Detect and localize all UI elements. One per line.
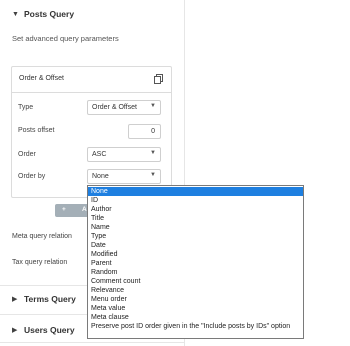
caret-down-icon: ▼	[12, 10, 19, 18]
order-select[interactable]: ASC ▼	[87, 147, 161, 162]
order-by-option[interactable]: Title	[88, 214, 303, 223]
type-select[interactable]: Order & Offset ▼	[87, 100, 161, 115]
order-by-dropdown[interactable]: None ID Author Title Name Type Date Modi…	[87, 185, 304, 339]
order-by-option[interactable]: Type	[88, 232, 303, 241]
tax-query-relation-label: Tax query relation	[12, 259, 68, 266]
users-query-title: Users Query	[24, 325, 75, 335]
chevron-down-icon: ▼	[150, 150, 156, 156]
caret-right-icon: ▶	[12, 296, 18, 303]
order-by-label: Order by	[18, 173, 46, 180]
repeater-item-title: Order & Offset	[19, 75, 64, 82]
posts-query-description: Set advanced query parameters	[12, 34, 119, 43]
order-by-option[interactable]: Random	[88, 268, 303, 277]
repeater-item-header[interactable]: Order & Offset	[12, 67, 171, 93]
posts-offset-value: 0	[151, 128, 155, 135]
order-by-option[interactable]: Meta value	[88, 304, 303, 313]
order-by-option[interactable]: Relevance	[88, 286, 303, 295]
divider	[0, 342, 184, 343]
order-by-option[interactable]: Date	[88, 241, 303, 250]
order-by-option[interactable]: Modified	[88, 250, 303, 259]
order-by-option[interactable]: Name	[88, 223, 303, 232]
posts-query-title: Posts Query	[24, 9, 75, 19]
terms-query-title: Terms Query	[24, 294, 76, 304]
caret-right-icon: ▶	[12, 327, 18, 334]
order-select-value: ASC	[92, 151, 107, 158]
posts-query-header[interactable]: ▼ Posts Query	[0, 2, 184, 26]
type-select-value: Order & Offset	[92, 104, 137, 111]
order-by-option[interactable]: Comment count	[88, 277, 303, 286]
meta-query-relation-label: Meta query relation	[12, 233, 72, 240]
posts-offset-input[interactable]: 0	[128, 124, 161, 139]
order-label: Order	[18, 151, 36, 158]
posts-offset-label: Posts offset	[18, 127, 55, 134]
chevron-down-icon: ▼	[150, 172, 156, 178]
order-by-option[interactable]: ID	[88, 196, 303, 205]
order-by-option[interactable]: Parent	[88, 259, 303, 268]
type-label: Type	[18, 104, 34, 111]
order-by-option[interactable]: Preserve post ID order given in the "Inc…	[88, 322, 303, 331]
order-by-select[interactable]: None ▼	[87, 169, 161, 184]
chevron-down-icon: ▼	[150, 103, 156, 109]
order-by-select-value: None	[92, 173, 109, 180]
order-by-option[interactable]: Meta clause	[88, 313, 303, 322]
order-by-option[interactable]: Author	[88, 205, 303, 214]
plus-icon: +	[62, 206, 66, 213]
order-by-option[interactable]: None	[88, 187, 303, 196]
add-item-button-label: A	[82, 206, 87, 213]
order-by-option[interactable]: Menu order	[88, 295, 303, 304]
copy-icon[interactable]	[154, 74, 163, 84]
